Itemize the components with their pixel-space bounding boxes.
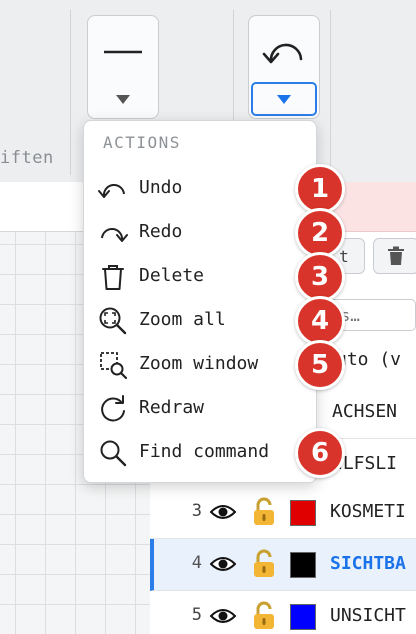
step-badge: 1 xyxy=(295,164,345,214)
undo-icon xyxy=(98,184,125,198)
eye-icon[interactable] xyxy=(210,501,236,523)
unlocked-icon[interactable] xyxy=(252,549,276,579)
eye-icon[interactable] xyxy=(210,605,236,627)
layer-row-selected[interactable]: 4 SICHTBA xyxy=(150,539,416,591)
layer-row[interactable]: 3 KOSMETI xyxy=(150,487,416,539)
chevron-down-icon xyxy=(277,94,291,104)
menu-item-label: Zoom window xyxy=(139,353,259,374)
menu-item-label: Redo xyxy=(139,221,183,242)
ribbon-group-label: iften xyxy=(0,148,54,168)
layer-number: 3 xyxy=(191,501,202,521)
layer-number: 4 xyxy=(191,553,202,573)
menu-item-zoom-all[interactable]: Zoom all xyxy=(84,299,318,343)
layer-color-swatch[interactable] xyxy=(290,552,316,578)
undo-dropdown-caret[interactable] xyxy=(251,82,317,116)
zoom-window-icon xyxy=(100,352,128,380)
layer-mode-select[interactable]: uto (v xyxy=(336,349,401,370)
menu-item-label: Find command xyxy=(139,441,270,462)
zoom-all-icon xyxy=(99,307,127,335)
menu-item-zoom-window[interactable]: Zoom window xyxy=(84,343,318,387)
step-badge: 6 xyxy=(295,428,345,478)
menu-item-label: Undo xyxy=(139,177,183,198)
linetype-button[interactable] xyxy=(87,15,159,119)
search-icon xyxy=(100,440,127,467)
eye-icon[interactable] xyxy=(210,553,236,575)
step-badge: 3 xyxy=(295,252,345,302)
unlocked-icon[interactable] xyxy=(252,601,276,631)
layer-name: SICHTBA xyxy=(330,553,406,574)
step-badge: 4 xyxy=(295,296,345,346)
ribbon-separator xyxy=(330,10,331,175)
trash-icon xyxy=(388,246,404,265)
layer-number: 5 xyxy=(191,605,202,625)
trash-icon xyxy=(102,265,124,290)
layer-name: KOSMETI xyxy=(330,501,406,522)
menu-item-label: Zoom all xyxy=(139,309,226,330)
layer-row[interactable]: 5 UNSICHT xyxy=(150,591,416,634)
step-badge: 2 xyxy=(295,208,345,258)
menu-item-label: Redraw xyxy=(139,397,205,418)
redraw-icon xyxy=(101,395,125,422)
redo-icon xyxy=(101,228,128,242)
linetype-dropdown-caret[interactable] xyxy=(90,82,156,116)
layer-name: UNSICHT xyxy=(330,605,406,626)
menu-item-undo[interactable]: Undo xyxy=(84,167,318,211)
menu-item-delete[interactable]: Delete xyxy=(84,255,318,299)
menu-item-label: Delete xyxy=(139,265,205,286)
menu-section-header: ACTIONS xyxy=(103,133,181,152)
chevron-down-icon xyxy=(116,94,130,104)
undo-split-button[interactable] xyxy=(248,15,320,119)
step-badge: 5 xyxy=(295,340,345,390)
menu-item-redo[interactable]: Redo xyxy=(84,211,318,255)
layer-name: ACHSEN xyxy=(332,401,398,422)
layer-color-swatch[interactable] xyxy=(290,604,316,630)
layer-color-swatch[interactable] xyxy=(290,500,316,526)
delete-layer-button[interactable] xyxy=(373,238,416,274)
unlocked-icon[interactable] xyxy=(252,497,276,527)
line-icon xyxy=(88,34,158,70)
undo-icon xyxy=(249,34,319,70)
menu-item-find-command[interactable]: Find command xyxy=(84,431,318,475)
actions-dropdown-menu: ACTIONS Undo Redo Delete Zoom all Zoom w… xyxy=(83,120,317,483)
menu-item-redraw[interactable]: Redraw xyxy=(84,387,318,431)
ribbon-separator xyxy=(70,10,71,175)
